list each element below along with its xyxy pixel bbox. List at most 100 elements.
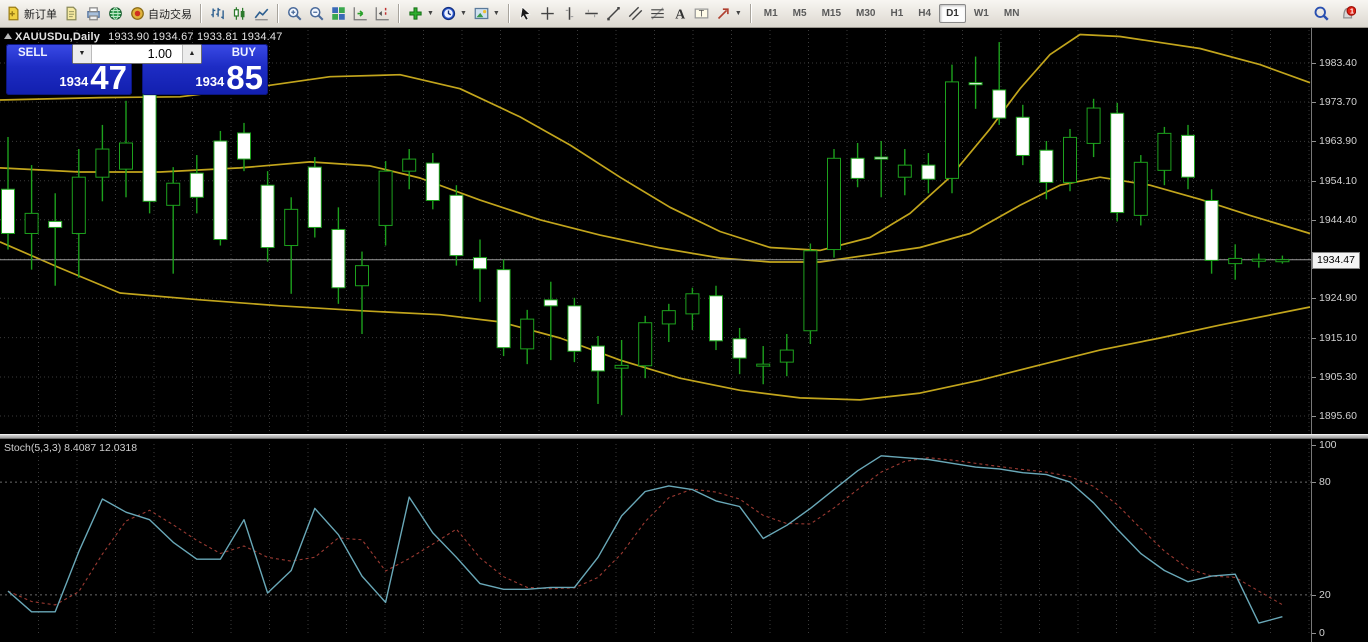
timeframe-h1[interactable]: H1 [883,4,910,23]
notifications-icon[interactable]: 1 [1338,4,1359,23]
auto-scroll-icon[interactable] [350,4,371,23]
candle-body [710,296,723,341]
candle-body [639,323,652,366]
candle-body [238,133,251,159]
volume-input[interactable]: 1.00 [92,45,182,63]
dropdown-arrow-icon[interactable]: ▼ [427,10,434,17]
candle-body [356,266,369,286]
crosshair-icon [540,6,555,21]
svg-text:1: 1 [1350,7,1354,16]
candle-body [1252,259,1265,261]
line-chart-icon[interactable] [251,4,272,23]
toolbar-right-group: 1 [1311,4,1365,23]
timeframe-m5[interactable]: M5 [786,4,814,23]
timeframe-d1[interactable]: D1 [939,4,966,23]
templates-button[interactable]: ▼ [471,4,503,23]
volume-spinner: ▼ 1.00 ▲ [72,44,202,64]
dropdown-arrow-icon[interactable]: ▼ [460,10,467,17]
arrows-button[interactable]: ▼ [713,4,745,23]
axis-tick [1312,102,1316,103]
price-axis[interactable]: 1983.401973.701963.901954.101944.401924.… [1311,28,1368,642]
axis-tick [1312,633,1316,634]
pane-splitter[interactable] [0,434,1368,439]
indicators-button[interactable]: ▼ [405,4,437,23]
autotrading-icon [130,6,145,21]
volume-increase-button[interactable]: ▲ [182,45,201,63]
equidistant-channel-icon[interactable] [625,4,646,23]
svg-text:A: A [675,7,685,22]
sell-label: SELL [18,47,47,59]
vertical-line-icon[interactable] [559,4,580,23]
tile-windows-icon [331,6,346,21]
candle-body [1158,133,1171,170]
stochastic-pane[interactable] [0,440,1311,642]
chart-shift-icon[interactable] [372,4,393,23]
sell-price: 1934 47 [59,62,127,94]
cursor-icon[interactable] [515,4,536,23]
trendline-icon[interactable] [603,4,624,23]
horizontal-line-icon [584,6,599,21]
candle-body [804,251,817,331]
new-order-button[interactable]: 新订单 [3,4,60,24]
candlestick-chart-icon[interactable] [229,4,250,23]
chart-doc-icon[interactable] [61,4,82,23]
candle-body [1111,113,1124,212]
candle-body [993,90,1006,118]
zoom-out-icon[interactable] [306,4,327,23]
timeframe-m1[interactable]: M1 [757,4,785,23]
price-axis-label: 1924.90 [1319,292,1357,304]
templates-icon [474,6,489,21]
candle-body [403,159,416,171]
periods-icon [441,6,456,21]
toolbar-separator [398,4,400,23]
crosshair-icon[interactable] [537,4,558,23]
stoch-axis-label: 20 [1319,589,1331,601]
symbol-name: XAUUSDu,Daily [15,31,100,43]
bar-chart-icon[interactable] [207,4,228,23]
zoom-in-icon[interactable] [284,4,305,23]
text-icon: A [672,6,687,21]
autotrading-button[interactable]: 自动交易 [127,4,195,24]
dropdown-arrow-icon[interactable]: ▼ [493,10,500,17]
market-watch-icon[interactable] [105,4,126,23]
timeframe-m15[interactable]: M15 [815,4,848,23]
volume-decrease-button[interactable]: ▼ [73,45,92,63]
text-label-icon[interactable]: T [691,4,712,23]
periods-button[interactable]: ▼ [438,4,470,23]
candle-body [143,95,156,202]
equidistant-channel-icon [628,6,643,21]
timeframe-mn[interactable]: MN [997,4,1027,23]
candlestick-chart-icon [232,6,247,21]
search-icon[interactable] [1311,4,1332,23]
tile-windows-icon[interactable] [328,4,349,23]
stoch-axis-label: 0 [1319,627,1325,639]
candle-body [922,165,935,179]
candle-body [1040,150,1053,182]
candle-body [568,306,581,351]
candle-body [285,209,298,245]
axis-tick [1312,377,1316,378]
chart-collapse-icon[interactable] [4,33,12,39]
fibonacci-icon[interactable] [647,4,668,23]
horizontal-line-icon[interactable] [581,4,602,23]
stoch-axis-label: 80 [1319,476,1331,488]
timeframe-h4[interactable]: H4 [911,4,938,23]
candle-body [757,364,770,366]
price-axis-label: 1963.90 [1319,135,1357,147]
dropdown-arrow-icon[interactable]: ▼ [735,10,742,17]
axis-tick [1312,482,1316,483]
timeframe-w1[interactable]: W1 [967,4,996,23]
axis-tick [1312,416,1316,417]
zoom-in-icon [287,6,302,21]
candle-body [474,258,487,269]
candle-body [25,213,38,233]
text-icon[interactable]: A [669,4,690,23]
candle-body [898,165,911,177]
print-icon[interactable] [83,4,104,23]
price-axis-label: 1954.10 [1319,175,1357,187]
timeframe-m30[interactable]: M30 [849,4,882,23]
chart-shift-icon [375,6,390,21]
mt4-window: 新订单 自动交易 ▼ ▼ ▼ AT ▼ M1M5M15M30H1H4D1W1MN 1 XAUUS… [0,0,1368,642]
axis-tick [1312,445,1316,446]
candle-body [72,177,85,233]
